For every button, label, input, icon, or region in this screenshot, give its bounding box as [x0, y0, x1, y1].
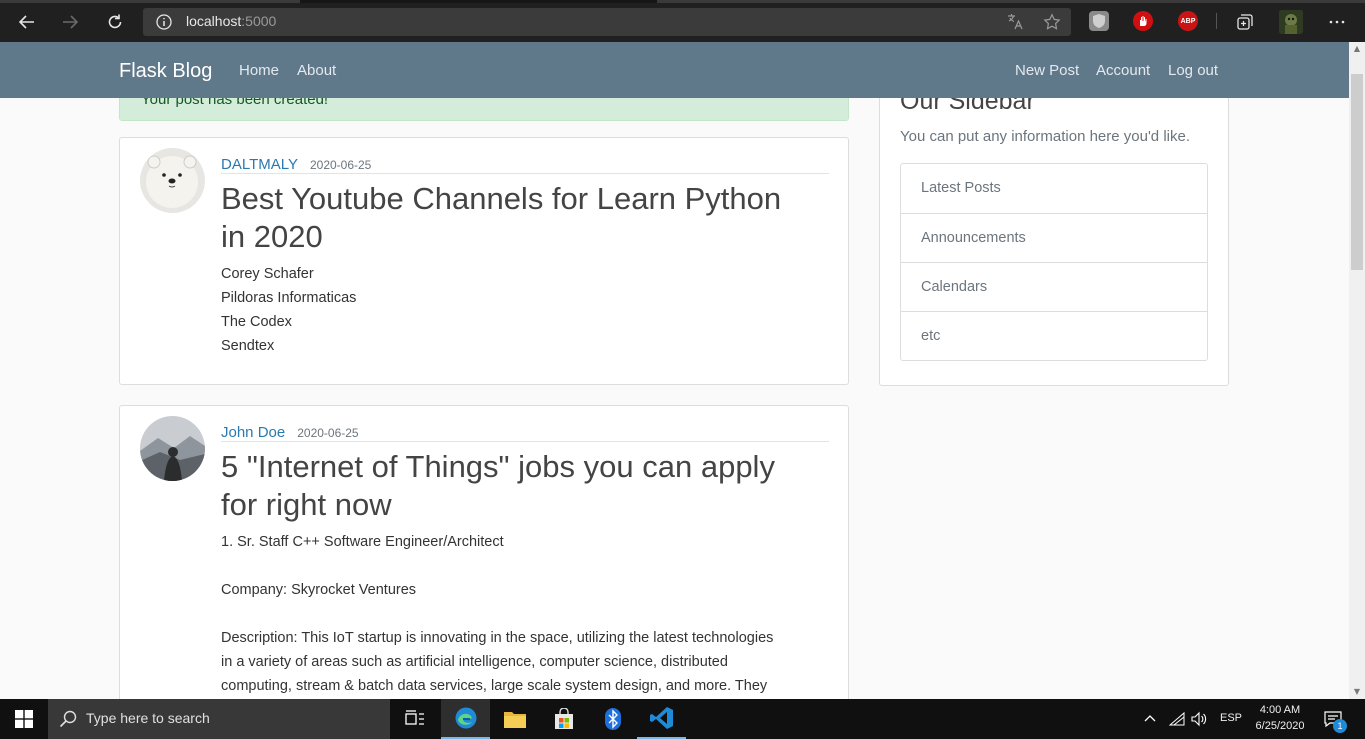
tab-strip	[0, 0, 1365, 3]
address-bar[interactable]: localhost:5000	[143, 8, 1071, 36]
nav-link-new-post[interactable]: New Post	[1015, 62, 1079, 79]
nav-link-logout[interactable]: Log out	[1168, 62, 1218, 79]
scrollbar-thumb[interactable]	[1351, 74, 1363, 270]
taskbar-search-box[interactable]: Type here to search	[48, 699, 390, 739]
browser-toolbar: localhost:5000 ABP	[0, 0, 1365, 42]
sidebar-item-latest-posts[interactable]: Latest Posts	[901, 164, 1207, 213]
favorite-star-icon[interactable]	[1043, 13, 1061, 31]
author-avatar[interactable]	[140, 148, 205, 213]
clock-date[interactable]: 6/25/2020	[1252, 720, 1308, 732]
toolbar-divider	[1216, 13, 1217, 29]
sidebar-item-announcements[interactable]: Announcements	[901, 213, 1207, 262]
vscode-icon	[649, 707, 673, 729]
chevron-up-icon[interactable]	[1143, 712, 1157, 726]
taskbar-edge-app[interactable]	[441, 699, 490, 739]
clock-time[interactable]: 4:00 AM	[1255, 704, 1305, 716]
hand-extension-icon[interactable]	[1133, 11, 1153, 31]
task-view-button[interactable]	[392, 699, 438, 739]
collections-button[interactable]	[1232, 9, 1258, 35]
taskbar-bluetooth[interactable]	[588, 699, 637, 739]
arrow-left-icon	[18, 15, 34, 29]
sidebar-list: Latest Posts Announcements Calendars etc	[900, 163, 1208, 361]
start-button[interactable]	[0, 699, 48, 739]
edge-browser-icon	[455, 707, 476, 729]
url-text: localhost:5000	[186, 13, 277, 29]
network-icon[interactable]	[1169, 711, 1185, 727]
post-content-line: Pildoras Informaticas	[221, 290, 357, 306]
more-menu-button[interactable]	[1324, 9, 1350, 35]
taskbar-store[interactable]	[539, 699, 588, 739]
post-author-link[interactable]: John Doe	[221, 424, 285, 441]
post-date: 2020-06-25	[297, 426, 359, 440]
arrow-right-icon	[63, 15, 79, 29]
folder-icon	[503, 712, 526, 728]
input-language-indicator[interactable]: ESP	[1220, 712, 1242, 724]
sidebar-description: You can put any information here you'd l…	[900, 128, 1190, 145]
post-content: Corey Schafer Pildoras Informaticas The …	[221, 262, 821, 358]
post-card: John Doe 2020-06-25 5 "Internet of Things…	[119, 405, 849, 699]
post-metadata: DALTMALY 2020-06-25	[221, 154, 829, 174]
volume-icon[interactable]	[1191, 711, 1207, 727]
forward-button[interactable]	[57, 9, 83, 35]
search-icon	[59, 710, 77, 728]
post-content-line: Corey Schafer	[221, 266, 314, 282]
post-content-line: Company: Skyrocket Ventures	[221, 582, 417, 598]
post-content-line: Sendtex	[221, 338, 275, 354]
refresh-icon	[108, 14, 122, 29]
bluetooth-icon	[604, 708, 621, 730]
nav-link-home[interactable]: Home	[239, 62, 279, 79]
translate-icon[interactable]	[1006, 13, 1024, 31]
site-navbar: Flask Blog Home About New Post Account L…	[0, 42, 1349, 98]
sidebar-item-calendars[interactable]: Calendars	[901, 262, 1207, 311]
post-content-line: Description: This IoT startup is innovat…	[221, 630, 774, 646]
post-title[interactable]: Best Youtube Channels for Learn Python i…	[221, 180, 831, 256]
mountain-avatar-icon	[140, 416, 205, 481]
back-button[interactable]	[14, 9, 40, 35]
scroll-up-arrow-icon[interactable]: ▲	[1349, 42, 1365, 56]
post-content-line: 1. Sr. Staff C++ Software Engineer/Archi…	[221, 534, 504, 550]
collections-icon	[1237, 14, 1253, 30]
post-content-line: The Codex	[221, 314, 292, 330]
adblock-extension-icon[interactable]: ABP	[1178, 11, 1198, 31]
windows-logo-icon	[15, 710, 33, 728]
post-content-line: in a variety of areas such as artificial…	[221, 654, 728, 670]
shield-extension-icon[interactable]	[1089, 11, 1109, 31]
post-title-line: for right now	[221, 487, 392, 522]
post-content-line	[221, 602, 831, 626]
taskbar-file-explorer[interactable]	[490, 699, 539, 739]
info-icon[interactable]	[155, 13, 173, 31]
brand-link[interactable]: Flask Blog	[119, 60, 212, 83]
windows-taskbar: Type here to search ESP 4:00 AM 6/25/202…	[0, 699, 1365, 739]
post-title[interactable]: 5 "Internet of Things" jobs you can appl…	[221, 448, 831, 524]
post-content: 1. Sr. Staff C++ Software Engineer/Archi…	[221, 530, 831, 698]
scroll-down-arrow-icon[interactable]: ▼	[1349, 685, 1365, 699]
taskbar-vscode[interactable]	[637, 699, 686, 739]
store-bag-icon	[554, 708, 573, 729]
post-content-line: computing, stream & batch data services,…	[221, 678, 768, 694]
bear-avatar-icon	[140, 148, 205, 213]
post-title-line: in 2020	[221, 219, 323, 254]
sidebar-item-etc[interactable]: etc	[901, 311, 1207, 360]
task-view-icon	[405, 710, 424, 725]
taskbar-search-placeholder: Type here to search	[86, 710, 210, 726]
ellipsis-icon	[1329, 20, 1345, 24]
refresh-button[interactable]	[102, 9, 128, 35]
nav-link-about[interactable]: About	[297, 62, 336, 79]
page-content: Your post has been created! DALTMALY 2020…	[0, 42, 1349, 699]
post-author-link[interactable]: DALTMALY	[221, 156, 298, 173]
post-metadata: John Doe 2020-06-25	[221, 422, 829, 442]
nav-link-account[interactable]: Account	[1096, 62, 1150, 79]
sidebar: Our Sidebar You can put any information …	[879, 62, 1229, 386]
page-scrollbar[interactable]: ▲ ▼	[1349, 42, 1365, 699]
author-avatar[interactable]	[140, 416, 205, 481]
post-card: DALTMALY 2020-06-25 Best Youtube Channels…	[119, 137, 849, 385]
profile-avatar[interactable]	[1279, 10, 1303, 34]
post-title-line: Best Youtube Channels for Learn Python	[221, 181, 782, 216]
notification-count-badge: 1	[1333, 719, 1347, 733]
post-title-line: 5 "Internet of Things" jobs you can appl…	[221, 449, 775, 484]
post-date: 2020-06-25	[309, 158, 372, 172]
post-content-line	[221, 554, 831, 578]
